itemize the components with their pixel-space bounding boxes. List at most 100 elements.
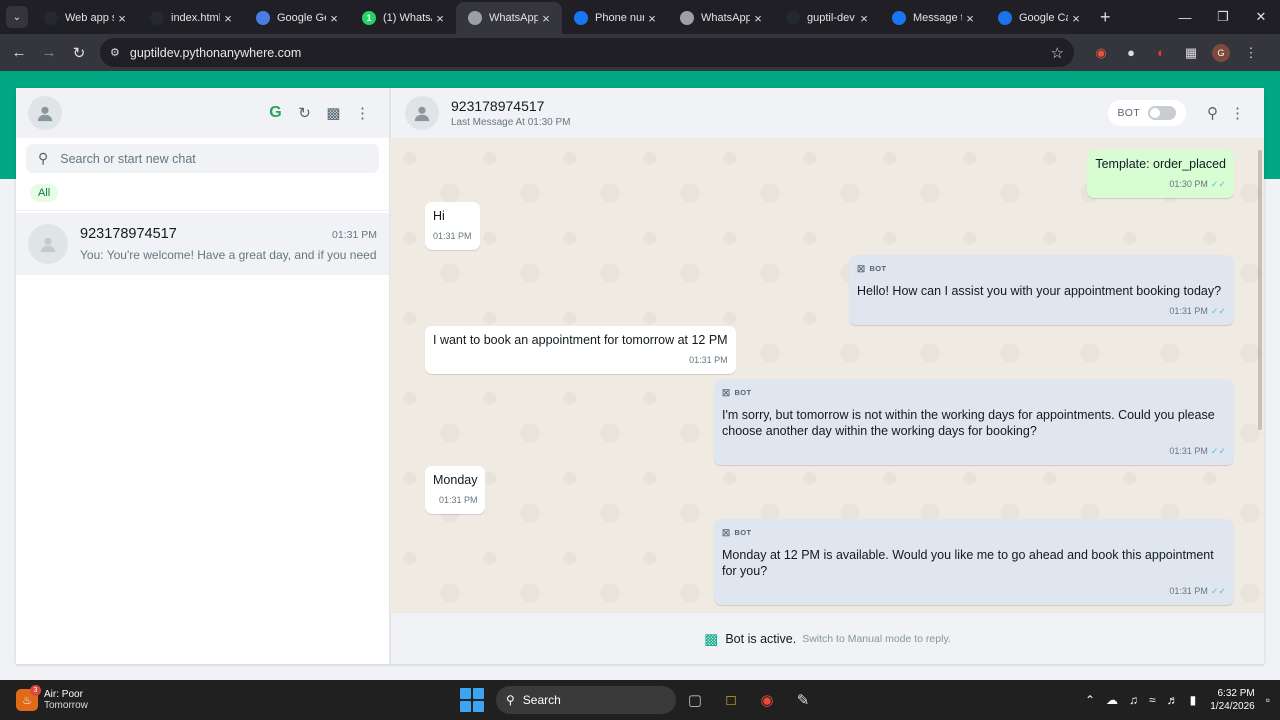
scrollbar[interactable]	[1258, 150, 1262, 430]
bot-message[interactable]: ☒ BOT Hello! How can I assist you with you…	[849, 255, 1234, 325]
tab-label: Web app s	[65, 12, 114, 24]
conversation-menu-icon[interactable]: ⋮	[1225, 104, 1250, 122]
close-tab-icon[interactable]: ×	[644, 11, 660, 26]
snipping-tool-icon[interactable]: ✎	[786, 683, 820, 717]
bot-message[interactable]: ☒ BOT I'm sorry, but tomorrow is not withi…	[714, 379, 1234, 465]
taskbar-search[interactable]: ⚲ Search	[496, 686, 676, 714]
my-avatar[interactable]	[28, 96, 62, 130]
tab-label: Phone nun	[595, 12, 644, 24]
clock-time: 6:32 PM	[1217, 688, 1255, 699]
bot-status-text: Bot is active.	[725, 631, 797, 646]
tab-label: guptil-dev	[807, 12, 855, 24]
notification-icon[interactable]: ▫	[1266, 693, 1270, 707]
browser-tab[interactable]: Google Ca ×	[986, 2, 1092, 34]
search-input[interactable]	[60, 151, 379, 166]
chrome-icon[interactable]: ◉	[750, 683, 784, 717]
browser-tab[interactable]: Phone nun ×	[562, 2, 668, 34]
file-explorer-icon[interactable]: □	[714, 683, 748, 717]
close-window-icon[interactable]: ✕	[1242, 0, 1280, 34]
contact-avatar	[28, 224, 68, 264]
tab-search-dropdown-icon[interactable]: ⌄	[6, 6, 28, 28]
chat-list-sidebar: G ↻ ▩ ⋮ ⚲ All	[16, 88, 390, 664]
bot-message[interactable]: ☒ BOT Monday at 12 PM is available. Would …	[714, 519, 1234, 605]
droplet-extension-icon[interactable]: ●	[1116, 34, 1146, 71]
close-tab-icon[interactable]: ×	[432, 11, 448, 26]
browser-tab[interactable]: index.html ×	[138, 2, 244, 34]
template-message[interactable]: Template: order_placed 01:30 PM ✓✓	[1087, 150, 1234, 198]
close-tab-icon[interactable]: ×	[326, 11, 342, 26]
chat-item-name: 923178974517	[80, 226, 177, 242]
extensions-puzzle-icon[interactable]: ▦	[1176, 34, 1206, 71]
close-tab-icon[interactable]: ×	[962, 11, 978, 26]
forward-arrow-icon[interactable]: →	[34, 44, 64, 61]
browser-tab[interactable]: Message t ×	[880, 2, 986, 34]
windows-taskbar: ♨ 3 Air: Poor Tomorrow ⚲ Search ▢ □ ◉ ✎ ⌃…	[0, 680, 1280, 720]
reload-icon[interactable]: ↻	[64, 44, 94, 62]
browser-tab[interactable]: WhatsApp ×	[668, 2, 774, 34]
address-bar[interactable]: ⚙ guptildev.pythonanywhere.com ☆	[100, 38, 1074, 67]
browser-tab[interactable]: WhatsApp ×	[456, 2, 562, 34]
browser-toolbar: ← → ↻ ⚙ guptildev.pythonanywhere.com ☆ ◉…	[0, 34, 1280, 71]
close-tab-icon[interactable]: ×	[538, 11, 554, 26]
clock-date: 1/24/2026	[1210, 701, 1255, 712]
filter-all-chip[interactable]: All	[30, 184, 59, 202]
whatsapp-app: G ↻ ▩ ⋮ ⚲ All	[16, 88, 1264, 664]
fox-extension-icon[interactable]: ◉	[1086, 34, 1116, 71]
restore-icon[interactable]: ❐	[1204, 0, 1242, 34]
volume-icon[interactable]: ♬	[1167, 693, 1179, 707]
bot-toggle[interactable]: BOT	[1107, 100, 1186, 126]
browser-menu-icon[interactable]: ⋮	[1236, 34, 1266, 71]
bot-tag-label: BOT	[869, 264, 887, 273]
bot-switch[interactable]	[1148, 106, 1176, 120]
refresh-icon[interactable]: ↻	[290, 104, 319, 122]
show-hidden-icons-chevron-icon[interactable]: ⌃	[1085, 693, 1095, 707]
profile-initial: G	[1212, 43, 1230, 62]
message-time: 01:31 PM	[1169, 586, 1208, 596]
conversation-header: 923178974517 Last Message At 01:30 PM BO…	[390, 88, 1264, 138]
close-tab-icon[interactable]: ×	[114, 11, 130, 26]
bookmark-star-icon[interactable]: ☆	[1051, 44, 1064, 62]
close-tab-icon[interactable]: ×	[1068, 11, 1084, 26]
browser-tab[interactable]: 1 (1) WhatsA×	[350, 2, 456, 34]
google-g-icon[interactable]: G	[261, 104, 290, 122]
onedrive-cloud-icon[interactable]: ☁	[1106, 693, 1118, 707]
close-tab-icon[interactable]: ×	[750, 11, 766, 26]
back-arrow-icon[interactable]: ←	[4, 44, 34, 61]
taskbar-search-label: Search	[522, 693, 561, 707]
contact-info[interactable]: 923178974517 Last Message At 01:30 PM	[451, 98, 571, 128]
incoming-message[interactable]: Hi 01:31 PM	[425, 202, 480, 250]
incoming-message[interactable]: Monday 01:31 PM	[425, 466, 486, 514]
task-view-icon[interactable]: ▢	[678, 683, 712, 717]
message-time: 01:31 PM	[1169, 306, 1208, 316]
browser-tab[interactable]: Web app s ×	[32, 2, 138, 34]
close-tab-icon[interactable]: ×	[220, 11, 236, 26]
browser-tab[interactable]: Google Ge ×	[244, 2, 350, 34]
sidebar-menu-icon[interactable]: ⋮	[348, 104, 377, 122]
search-messages-icon[interactable]: ⚲	[1200, 104, 1225, 122]
pokeball-extension-icon[interactable]: ◐	[1146, 34, 1176, 71]
bot-tag-label: BOT	[734, 528, 752, 537]
robot-icon: ☒	[722, 528, 731, 538]
close-tab-icon[interactable]: ×	[856, 11, 872, 26]
contact-avatar[interactable]	[405, 96, 439, 130]
incoming-message[interactable]: I want to book an appointment for tomorr…	[425, 326, 736, 374]
new-tab-button[interactable]: +	[1100, 7, 1111, 28]
message-text: I want to book an appointment for tomorr…	[433, 333, 728, 347]
message-meta: 01:30 PM ✓✓	[1095, 176, 1226, 192]
battery-icon[interactable]: ▮	[1190, 693, 1197, 707]
taskbar-apps: ⚲ Search ▢ □ ◉ ✎	[460, 680, 820, 720]
site-info-icon[interactable]: ⚙	[110, 46, 120, 59]
microphone-icon[interactable]: ♫	[1129, 693, 1138, 707]
user-silhouette-icon	[40, 237, 56, 253]
wifi-icon[interactable]: ≈	[1149, 693, 1156, 707]
message-list: Template: order_placed 01:30 PM ✓✓ Hi 01:31 …	[390, 138, 1264, 613]
chat-list-item[interactable]: 923178974517 01:31 PM You: You're welcom…	[16, 213, 389, 275]
windows-start-icon[interactable]	[460, 688, 484, 712]
minimize-icon[interactable]: —	[1166, 0, 1204, 34]
profile-avatar[interactable]: G	[1206, 34, 1236, 71]
browser-tab[interactable]: guptil-dev ×	[774, 2, 880, 34]
new-chat-icon[interactable]: ▩	[319, 104, 348, 122]
weather-widget[interactable]: ♨ 3 Air: Poor Tomorrow	[16, 685, 88, 711]
clock[interactable]: 6:32 PM 1/24/2026	[1210, 687, 1255, 713]
system-tray: ⌃ ☁ ♫ ≈ ♬ ▮ 6:32 PM 1/24/2026 ▫	[1074, 680, 1270, 720]
